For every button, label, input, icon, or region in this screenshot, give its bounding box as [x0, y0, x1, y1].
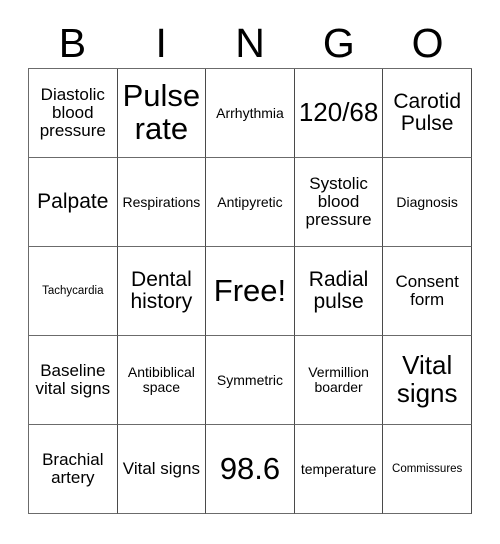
bingo-cell-label: Antipyretic: [217, 193, 283, 210]
bingo-cell-g1[interactable]: 120/68: [294, 69, 384, 158]
header-letter-g: G: [322, 20, 355, 66]
header-letter-b: B: [58, 20, 87, 66]
bingo-cell-o1[interactable]: Carotid Pulse: [383, 69, 472, 158]
bingo-card: B I N G O Diastolic blood pressure Pulse…: [0, 0, 500, 544]
bingo-row: Palpate Respirations Antipyretic Systoli…: [29, 158, 472, 247]
bingo-cell-label: Palpate: [37, 189, 109, 213]
bingo-cell-n1[interactable]: Arrhythmia: [206, 69, 295, 158]
bingo-cell-b5[interactable]: Brachial artery: [29, 425, 118, 514]
bingo-cell-label: Diastolic blood pressure: [39, 84, 106, 140]
bingo-cell-label: Carotid Pulse: [393, 89, 462, 135]
bingo-cell-label: Brachial artery: [42, 449, 104, 487]
header-letter-i: I: [155, 20, 167, 66]
bingo-cell-i2[interactable]: Respirations: [117, 158, 207, 247]
bingo-cell-o5[interactable]: Commissures: [383, 425, 472, 514]
bingo-cell-label: Vermillion boarder: [308, 364, 369, 395]
bingo-cell-free-space[interactable]: Free!: [206, 247, 295, 336]
bingo-cell-b2[interactable]: Palpate: [29, 158, 118, 247]
bingo-cell-label: Antibiblical space: [127, 364, 195, 395]
bingo-cell-n5[interactable]: 98.6: [206, 425, 295, 514]
bingo-cell-label: Diagnosis: [396, 193, 458, 210]
bingo-row: Diastolic blood pressure Pulse rate Arrh…: [29, 69, 472, 158]
bingo-cell-label: Consent form: [395, 271, 459, 309]
bingo-cell-n4[interactable]: Symmetric: [206, 336, 295, 425]
bingo-cell-o2[interactable]: Diagnosis: [383, 158, 472, 247]
bingo-grid: Diastolic blood pressure Pulse rate Arrh…: [28, 68, 472, 514]
bingo-cell-label: Radial pulse: [308, 267, 369, 313]
bingo-cell-i4[interactable]: Antibiblical space: [117, 336, 207, 425]
bingo-cell-label: 98.6: [219, 450, 281, 486]
header-letter-n: N: [235, 20, 265, 66]
bingo-cell-label: Vital signs: [396, 350, 458, 408]
bingo-cell-label: Symmetric: [216, 371, 284, 388]
bingo-cell-g4[interactable]: Vermillion boarder: [294, 336, 384, 425]
bingo-cell-label: Commissures: [392, 462, 463, 475]
bingo-cell-g5[interactable]: temperature: [294, 425, 384, 514]
bingo-cell-n2[interactable]: Antipyretic: [206, 158, 295, 247]
bingo-cell-label: 120/68: [298, 97, 379, 128]
bingo-cell-label: Baseline vital signs: [35, 360, 111, 398]
bingo-row: Tachycardia Dental history Free! Radial …: [29, 247, 472, 336]
bingo-cell-b1[interactable]: Diastolic blood pressure: [29, 69, 118, 158]
bingo-cell-i1[interactable]: Pulse rate: [117, 69, 207, 158]
bingo-cell-g2[interactable]: Systolic blood pressure: [294, 158, 384, 247]
bingo-row: Baseline vital signs Antibiblical space …: [29, 336, 472, 425]
header-letter-o: O: [411, 20, 444, 66]
bingo-cell-o4[interactable]: Vital signs: [383, 336, 472, 425]
bingo-cell-label: temperature: [300, 460, 377, 477]
bingo-cell-label: Tachycardia: [42, 284, 104, 297]
bingo-cell-b3[interactable]: Tachycardia: [29, 247, 118, 336]
bingo-cell-label: Vital signs: [122, 458, 200, 478]
bingo-cell-g3[interactable]: Radial pulse: [294, 247, 384, 336]
bingo-cell-label: Dental history: [130, 267, 193, 313]
bingo-cell-label: Pulse rate: [122, 78, 201, 146]
bingo-cell-label: Respirations: [122, 193, 201, 210]
bingo-cell-b4[interactable]: Baseline vital signs: [29, 336, 118, 425]
bingo-cell-i3[interactable]: Dental history: [117, 247, 207, 336]
bingo-cell-label: Free!: [213, 272, 287, 308]
bingo-cell-o3[interactable]: Consent form: [383, 247, 472, 336]
bingo-cell-label: Systolic blood pressure: [305, 173, 372, 229]
bingo-header: B I N G O: [28, 19, 472, 68]
bingo-cell-i5[interactable]: Vital signs: [117, 425, 207, 514]
bingo-row: Brachial artery Vital signs 98.6 tempera…: [29, 425, 472, 514]
bingo-cell-label: Arrhythmia: [216, 104, 284, 121]
